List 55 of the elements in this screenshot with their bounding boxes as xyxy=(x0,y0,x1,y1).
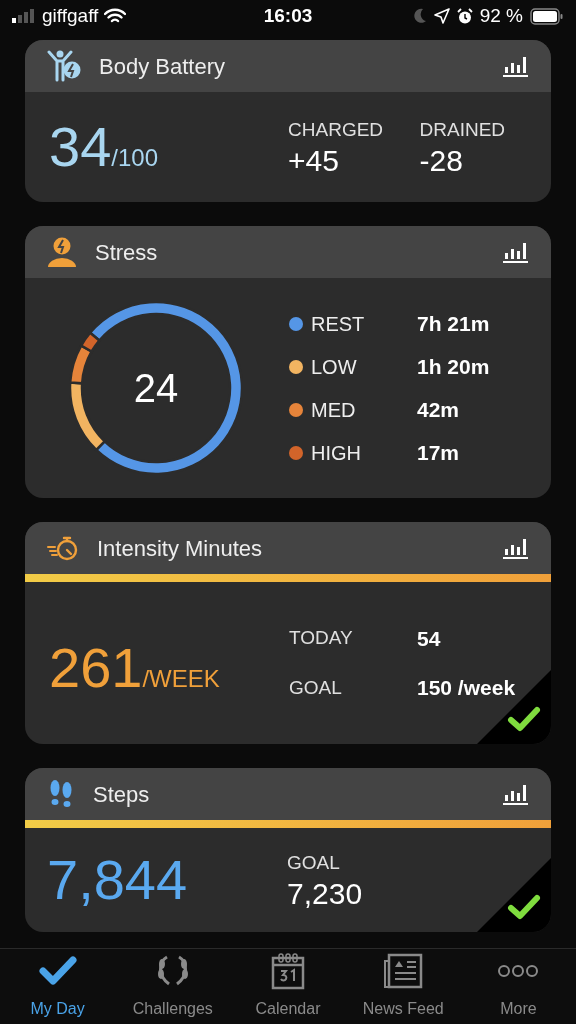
location-arrow-icon xyxy=(433,8,450,24)
battery-value: 34 xyxy=(49,118,112,175)
battery-max: /100 xyxy=(111,143,158,173)
stat-value: +45 xyxy=(288,144,340,179)
moon-icon xyxy=(412,8,427,24)
card-title: Stress xyxy=(95,238,159,267)
card-title: Steps xyxy=(93,780,151,809)
carrier-name: giffgaff xyxy=(42,3,99,28)
legend-label: REST xyxy=(311,311,366,337)
legend-label: MED xyxy=(311,397,357,423)
bar-chart-icon xyxy=(503,783,529,805)
person-lightning-icon xyxy=(47,237,77,267)
legend-duration: 42m xyxy=(417,396,460,423)
legend-duration: 7h 21m xyxy=(417,310,490,337)
tab-bar-item[interactable]: Challenges xyxy=(115,949,231,1024)
stat-label: CHARGED xyxy=(288,117,385,142)
bar-chart-icon xyxy=(503,241,529,263)
newspaper-icon xyxy=(383,953,424,989)
battery-icon xyxy=(530,7,564,25)
stat-value: -28 xyxy=(419,144,464,179)
checkmark-icon xyxy=(37,955,78,987)
legend-label: LOW xyxy=(311,354,358,380)
intensity-value: 261 xyxy=(49,639,143,696)
legend-duration: 1h 20m xyxy=(417,353,490,380)
stat-label: TODAY xyxy=(289,626,354,650)
stress-score: 24 xyxy=(133,365,179,412)
bar-chart-icon xyxy=(503,537,529,559)
legend-duration: 17m xyxy=(417,439,460,466)
stat-label: DRAINED xyxy=(419,117,507,142)
card-title: Intensity Minutes xyxy=(97,534,264,563)
tab-bar-item[interactable]: More xyxy=(460,949,576,1024)
stopwatch-icon xyxy=(47,535,79,561)
clock-time: 16:03 xyxy=(263,3,313,28)
stat-label: GOAL xyxy=(287,850,341,875)
stat-value: 7,230 xyxy=(287,877,363,912)
wifi-icon xyxy=(104,8,127,24)
tab-bar-item[interactable]: My Day xyxy=(0,949,116,1024)
signal-icon xyxy=(12,9,36,23)
stat-value: 150 /week xyxy=(417,675,516,701)
more-dots-icon xyxy=(498,964,539,978)
checkmark-icon xyxy=(507,894,541,920)
card-title: Body Battery xyxy=(99,52,226,81)
intensity-unit: /WEEK xyxy=(142,664,220,694)
person-lightning-icon xyxy=(47,50,81,82)
stat-label: GOAL xyxy=(289,675,343,700)
calendar-icon xyxy=(271,952,305,990)
bar-chart-icon xyxy=(503,55,529,77)
steps-value: 7,844 xyxy=(47,852,189,908)
legend-label: HIGH xyxy=(311,440,362,466)
stat-value: 54 xyxy=(417,625,442,652)
battery-percent: 92 % xyxy=(479,3,523,28)
tab-bar-item[interactable]: News Feed xyxy=(345,949,461,1024)
checkmark-icon xyxy=(507,706,541,732)
alarm-clock-icon xyxy=(456,7,473,25)
tab-bar-item[interactable]: Calendar xyxy=(230,949,346,1024)
